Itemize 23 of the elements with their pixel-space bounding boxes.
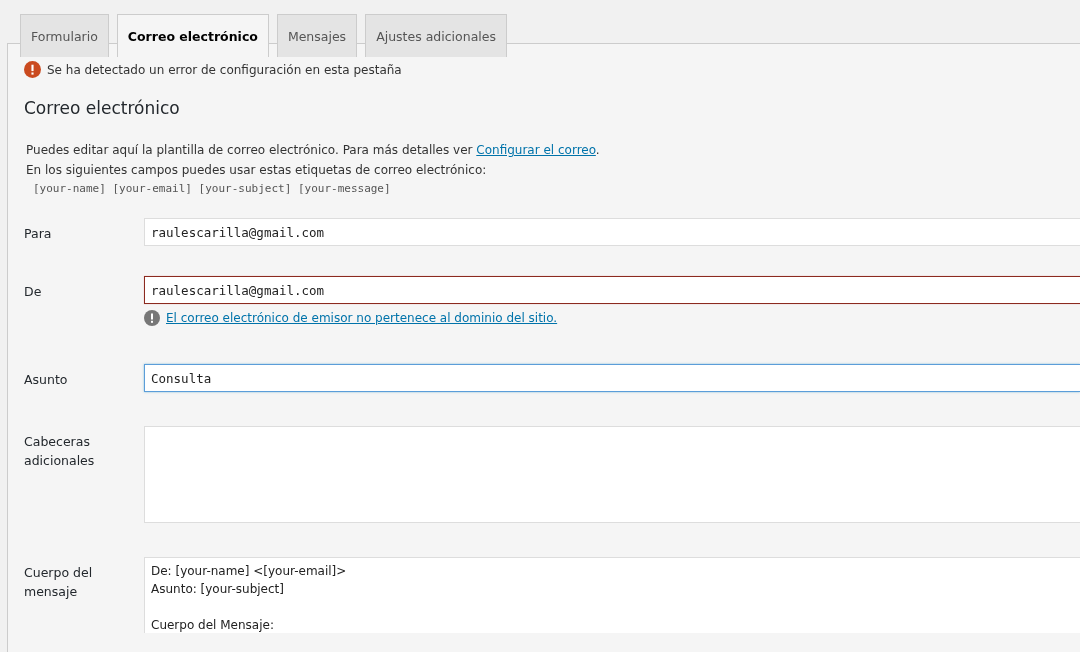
mail-tags: [your-name] [your-email] [your-subject] [your-message] [33,180,1080,198]
field-label: Cuerpo del mensaje [24,564,94,601]
field-label: Para [24,225,53,243]
field-label: De [24,283,43,301]
error-icon [24,61,41,78]
tab[interactable]: Correo electrónico [116,14,269,57]
configure-link[interactable]: Configurar el correo [476,143,596,157]
error-message: Se ha detectado un error de configuración en esta pestaña [47,62,402,77]
description-text: Puedes editar aquí la plantilla de correo electrónico. Para más detalles ver Configurar el correo. [26,142,601,159]
input-field[interactable]: Consulta [144,364,1080,392]
input-field[interactable]: raulescarilla@gmail.com [144,218,1080,246]
field-label: Asunto [24,371,69,389]
tab[interactable]: Formulario [20,14,109,57]
text-area[interactable] [144,426,1080,523]
text-area[interactable]: De: [your-name] <[your-email]> Asunto: [your-subject] Cuerpo del Mensaje: [144,557,1080,633]
warning-icon [144,310,160,326]
input-field[interactable]: raulescarilla@gmail.com [144,276,1080,304]
section-title: Correo electrónico [24,98,181,118]
description-text: En los siguientes campos puedes usar estas etiquetas de correo electrónico: [26,162,488,179]
field-label: Cabeceras adicionales [24,433,96,470]
tab[interactable]: Ajustes adicionales [365,14,507,57]
tab[interactable]: Mensajes [276,14,358,57]
warning-link[interactable]: El correo electrónico de emisor no pertenece al dominio del sitio. [166,311,558,325]
